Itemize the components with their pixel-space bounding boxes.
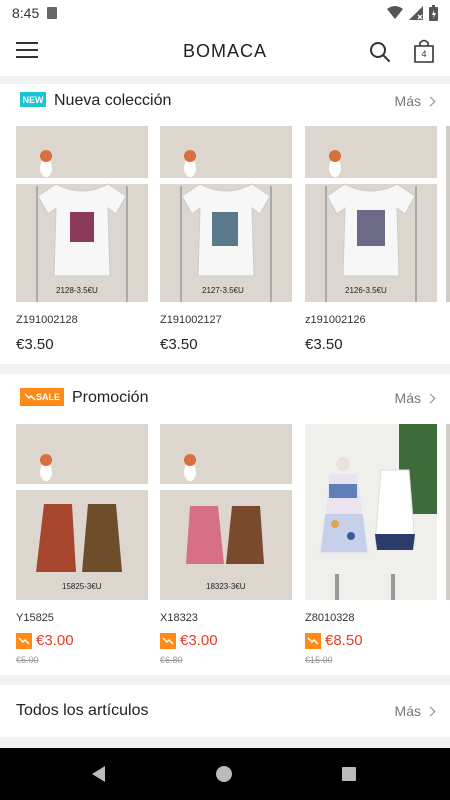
product-code: X18323 — [160, 612, 198, 624]
product-image: 2128-3.5€U — [16, 126, 148, 302]
wifi-icon — [387, 6, 403, 19]
product-code: Y15825 — [16, 612, 54, 624]
more-label: Más — [394, 703, 421, 719]
sim-card-icon — [47, 7, 58, 19]
next-card-peek — [446, 424, 450, 600]
original-price: €5.00 — [16, 655, 39, 665]
divider — [0, 364, 450, 374]
product-card[interactable]: 18323-3€U X18323 €3.00 €6.80 — [160, 424, 292, 665]
chevron-right-icon — [425, 393, 436, 403]
price-tag-label: 15825-3€U — [62, 582, 102, 591]
discount-icon — [16, 632, 32, 649]
price-tag-label: 18323-3€U — [206, 582, 246, 591]
more-link-new[interactable]: Más — [394, 93, 436, 109]
discount-icon — [305, 632, 321, 649]
product-card[interactable]: 2127-3.5€U Z191002127 €3.50 — [160, 126, 292, 353]
product-image: 15825-3€U — [16, 424, 148, 600]
divider — [0, 675, 450, 685]
cart-button[interactable]: 4 — [412, 38, 436, 64]
chevron-right-icon — [425, 96, 436, 106]
all-articles-label: Todos los artículos — [16, 702, 149, 719]
product-code: Z191002127 — [160, 314, 222, 326]
product-price: €3.50 — [16, 336, 54, 353]
home-icon[interactable] — [216, 766, 232, 782]
product-image: 2127-3.5€U — [160, 126, 292, 302]
product-code: z191002126 — [305, 314, 366, 326]
battery-icon — [429, 5, 438, 21]
product-photo — [305, 126, 437, 302]
promo-price: €3.00 — [36, 632, 74, 649]
signal-icon — [409, 6, 423, 20]
price-tag-label: 2128-3.5€U — [56, 286, 98, 295]
more-link-all[interactable]: Más — [394, 703, 436, 719]
cart-count: 4 — [421, 49, 427, 59]
sale-badge: SALE — [20, 388, 64, 406]
status-bar: 8:45 — [0, 0, 450, 26]
promo-price: €3.00 — [180, 632, 218, 649]
product-code: Z191002128 — [16, 314, 78, 326]
section-title-new: Nueva colección — [54, 92, 172, 109]
section-title-promo: Promoción — [72, 389, 149, 406]
original-price: €15.00 — [305, 655, 333, 665]
product-card[interactable]: Z8010328 €8.50 €15.00 — [305, 424, 437, 665]
promo-price-row: €3.00 — [16, 632, 148, 649]
system-nav-bar — [0, 748, 450, 800]
sale-badge-label: SALE — [35, 392, 60, 402]
status-time: 8:45 — [12, 5, 40, 21]
back-icon[interactable] — [92, 766, 105, 782]
product-image: 18323-3€U — [160, 424, 292, 600]
product-image — [305, 424, 437, 600]
next-card-peek — [446, 126, 450, 302]
new-badge: NEW — [20, 92, 46, 107]
chevron-right-icon — [425, 706, 436, 716]
section-header-promo: SALE Promoción Más — [0, 374, 450, 422]
more-label: Más — [394, 93, 421, 109]
search-icon[interactable] — [368, 40, 392, 64]
promo-price-row: €8.50 — [305, 632, 437, 649]
product-photo — [305, 424, 437, 600]
product-price: €3.50 — [305, 336, 343, 353]
app-bar: BOMACA 4 — [0, 26, 450, 76]
original-price: €6.80 — [160, 655, 183, 665]
product-code: Z8010328 — [305, 612, 355, 624]
promo-price: €8.50 — [325, 632, 363, 649]
price-tag-label: 2126-3.5€U — [345, 286, 387, 295]
more-link-promo[interactable]: Más — [394, 390, 436, 406]
all-articles-row[interactable]: Todos los artículos Más — [0, 685, 450, 737]
product-card[interactable]: 15825-3€U Y15825 €3.00 €5.00 — [16, 424, 148, 665]
trend-down-icon — [24, 393, 36, 401]
recent-apps-icon[interactable] — [342, 767, 356, 781]
discount-icon — [160, 632, 176, 649]
product-photo — [160, 126, 292, 302]
more-label: Más — [394, 390, 421, 406]
product-photo — [16, 424, 148, 600]
price-tag-label: 2127-3.5€U — [202, 286, 244, 295]
promo-price-row: €3.00 — [160, 632, 292, 649]
section-header-new: NEW Nueva colección Más — [0, 76, 450, 124]
product-card[interactable]: 2128-3.5€U Z191002128 €3.50 — [16, 126, 148, 353]
divider — [0, 737, 450, 748]
product-photo — [16, 126, 148, 302]
product-card[interactable]: 2126-3.5€U z191002126 €3.50 — [305, 126, 437, 353]
product-price: €3.50 — [160, 336, 198, 353]
product-photo — [160, 424, 292, 600]
product-image: 2126-3.5€U — [305, 126, 437, 302]
